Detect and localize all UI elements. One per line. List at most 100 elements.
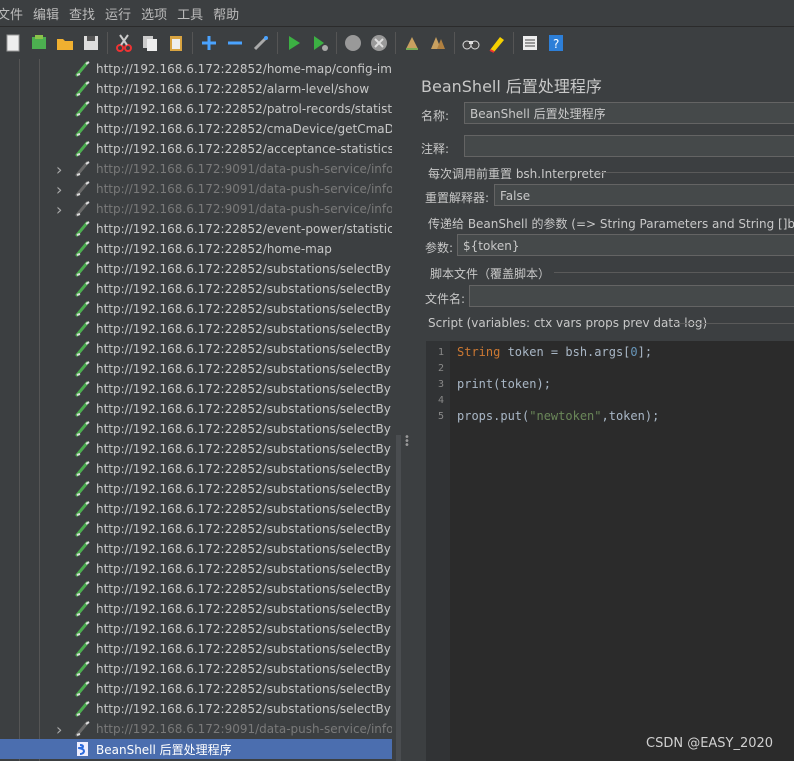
tree-node[interactable]: http://192.168.6.172:22852/substations/s…: [0, 559, 392, 579]
tree-node-selected[interactable]: BeanShell 后置处理程序: [0, 739, 392, 759]
templates-icon[interactable]: [28, 32, 50, 54]
reset-interpreter-select[interactable]: False: [494, 184, 794, 206]
params-field[interactable]: ${token}: [457, 234, 794, 256]
http-sampler-icon: [74, 600, 92, 618]
tree-node[interactable]: http://192.168.6.172:22852/alarm-level/s…: [0, 79, 392, 99]
tree-node[interactable]: http://192.168.6.172:22852/substations/s…: [0, 279, 392, 299]
menu-item[interactable]: 选项: [141, 4, 177, 23]
tree-scrollbar-thumb[interactable]: [396, 435, 401, 761]
menu-item[interactable]: 运行: [105, 4, 141, 23]
tree-node[interactable]: http://192.168.6.172:22852/substations/s…: [0, 399, 392, 419]
clear-icon[interactable]: [401, 32, 423, 54]
stop-icon[interactable]: [342, 32, 364, 54]
tree-node[interactable]: http://192.168.6.172:22852/substations/s…: [0, 639, 392, 659]
http-sampler-icon: [74, 60, 92, 78]
tree-node[interactable]: http://192.168.6.172:22852/substations/s…: [0, 499, 392, 519]
expand-arrow-icon[interactable]: ›: [56, 200, 66, 219]
tree-node[interactable]: http://192.168.6.172:22852/acceptance-st…: [0, 139, 392, 159]
code-line-3[interactable]: print(token);: [457, 377, 551, 391]
paste-icon[interactable]: [165, 32, 187, 54]
filename-field[interactable]: [469, 285, 794, 307]
tree-node[interactable]: http://192.168.6.172:22852/substations/s…: [0, 519, 392, 539]
tree-node[interactable]: › http://192.168.6.172:9091/data-push-ser…: [0, 179, 392, 199]
tree-node[interactable]: http://192.168.6.172:22852/substations/s…: [0, 539, 392, 559]
tree-node[interactable]: http://192.168.6.172:22852/substations/s…: [0, 459, 392, 479]
menu-item[interactable]: 编辑: [33, 4, 69, 23]
tree-node[interactable]: http://192.168.6.172:22852/substations/s…: [0, 599, 392, 619]
test-plan-tree[interactable]: http://192.168.6.172:22852/home-map/conf…: [0, 59, 392, 761]
code-number: 0: [630, 345, 638, 359]
save-icon[interactable]: [80, 32, 102, 54]
toolbar-separator: [336, 32, 337, 54]
script-section-title: Script (variables: ctx vars props prev d…: [428, 316, 708, 330]
http-sampler-icon: [74, 440, 92, 458]
http-sampler-icon: [74, 100, 92, 118]
tree-node[interactable]: http://192.168.6.172:22852/substations/s…: [0, 339, 392, 359]
copy-icon[interactable]: [139, 32, 161, 54]
name-field[interactable]: BeanShell 后置处理程序: [464, 102, 794, 124]
tree-node-label: http://192.168.6.172:22852/substations/s…: [96, 462, 392, 476]
http-sampler-icon: [74, 280, 92, 298]
expand-arrow-icon[interactable]: ›: [56, 720, 66, 739]
tree-node[interactable]: › http://192.168.6.172:9091/data-push-ser…: [0, 159, 392, 179]
clear-all-icon[interactable]: [427, 32, 449, 54]
tree-node[interactable]: http://192.168.6.172:22852/substations/s…: [0, 659, 392, 679]
tree-node-label: http://192.168.6.172:22852/substations/s…: [96, 422, 392, 436]
tree-node[interactable]: http://192.168.6.172:22852/substations/s…: [0, 439, 392, 459]
tree-node[interactable]: http://192.168.6.172:22852/substations/s…: [0, 299, 392, 319]
tree-node[interactable]: › http://192.168.6.172:9091/data-push-ser…: [0, 199, 392, 219]
code-line-1[interactable]: String token = bsh.args[0];: [457, 345, 652, 359]
http-sampler-icon: [74, 720, 92, 738]
tree-node[interactable]: http://192.168.6.172:22852/substations/s…: [0, 699, 392, 719]
collapse-icon[interactable]: [224, 32, 246, 54]
toolbar-separator: [192, 32, 193, 54]
shutdown-icon[interactable]: [368, 32, 390, 54]
watermark: CSDN @EASY_2020: [646, 736, 774, 751]
tree-node[interactable]: http://192.168.6.172:22852/home-map/conf…: [0, 59, 392, 79]
new-icon[interactable]: [2, 32, 24, 54]
tree-node[interactable]: http://192.168.6.172:22852/substations/s…: [0, 679, 392, 699]
http-sampler-icon: [74, 500, 92, 518]
toolbar-separator: [513, 32, 514, 54]
tree-node[interactable]: http://192.168.6.172:22852/substations/s…: [0, 479, 392, 499]
code-keyword: String: [457, 345, 501, 359]
reset-search-icon[interactable]: [486, 32, 508, 54]
tree-node[interactable]: http://192.168.6.172:22852/patrol-record…: [0, 99, 392, 119]
menu-item[interactable]: 文件: [0, 4, 33, 23]
expand-arrow-icon[interactable]: ›: [56, 180, 66, 199]
cut-icon[interactable]: [113, 32, 135, 54]
tree-node-label: http://192.168.6.172:22852/substations/s…: [96, 662, 392, 676]
http-sampler-icon: [74, 340, 92, 358]
open-icon[interactable]: [54, 32, 76, 54]
toggle-icon[interactable]: [250, 32, 272, 54]
tree-node[interactable]: http://192.168.6.172:22852/home-map: [0, 239, 392, 259]
splitter[interactable]: • • •: [392, 59, 410, 761]
tree-node[interactable]: http://192.168.6.172:22852/substations/s…: [0, 379, 392, 399]
code-line-5[interactable]: props.put("newtoken",token);: [457, 409, 659, 423]
tree-node[interactable]: › http://192.168.6.172:9091/data-push-ser…: [0, 719, 392, 739]
tree-node[interactable]: http://192.168.6.172:22852/cmaDevice/get…: [0, 119, 392, 139]
function-helper-icon[interactable]: [519, 32, 541, 54]
tree-node[interactable]: http://192.168.6.172:22852/substations/s…: [0, 419, 392, 439]
menu-item[interactable]: 查找: [69, 4, 105, 23]
tree-node[interactable]: http://192.168.6.172:22852/substations/s…: [0, 359, 392, 379]
tree-node[interactable]: http://192.168.6.172:22852/substations/s…: [0, 619, 392, 639]
expand-arrow-icon[interactable]: ›: [56, 160, 66, 179]
tree-node[interactable]: http://192.168.6.172:22852/substations/s…: [0, 319, 392, 339]
menu-item[interactable]: 工具: [177, 4, 213, 23]
search-icon[interactable]: [460, 32, 482, 54]
line-number: 1: [437, 347, 444, 358]
tree-node-label: http://192.168.6.172:22852/substations/s…: [96, 362, 392, 376]
start-no-pause-icon[interactable]: [309, 32, 331, 54]
tree-node[interactable]: http://192.168.6.172:22852/event-power/s…: [0, 219, 392, 239]
tree-node-label: http://192.168.6.172:9091/data-push-serv…: [96, 182, 392, 196]
expand-icon[interactable]: [198, 32, 220, 54]
tree-node[interactable]: http://192.168.6.172:22852/substations/s…: [0, 259, 392, 279]
comment-field[interactable]: [464, 135, 794, 157]
help-icon[interactable]: ?: [545, 32, 567, 54]
menu-item[interactable]: 帮助: [213, 4, 249, 23]
splitter-grip-icon[interactable]: • • •: [404, 433, 410, 451]
tree-node[interactable]: http://192.168.6.172:22852/substations/s…: [0, 579, 392, 599]
script-editor[interactable]: 1 2 3 4 5 String token = bsh.args[0]; pr…: [426, 341, 794, 761]
start-icon[interactable]: [283, 32, 305, 54]
